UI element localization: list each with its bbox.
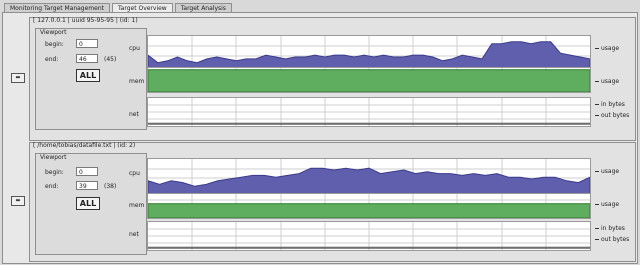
begin-label: begin: xyxy=(45,41,64,48)
all-button[interactable]: ALL xyxy=(76,197,100,210)
begin-input[interactable]: 0 xyxy=(76,167,98,176)
net-in-legend: in bytes xyxy=(595,225,625,232)
begin-label: begin: xyxy=(45,169,64,176)
end-count: (45) xyxy=(104,56,117,63)
mem-legend-label: usage xyxy=(601,201,620,208)
viewport-title: Viewport xyxy=(40,154,67,161)
mem-usage-area xyxy=(148,69,590,92)
cpu-graph xyxy=(147,158,591,198)
mem-chart-svg xyxy=(148,194,590,218)
end-input[interactable]: 39 xyxy=(76,181,98,190)
net-out-legend: out bytes xyxy=(595,112,629,119)
viewport-title: Viewport xyxy=(40,29,67,36)
cpu-legend-label: usage xyxy=(601,168,620,175)
remove-target-icon: ⬌ xyxy=(15,197,21,204)
cpu-chart-svg xyxy=(148,159,590,197)
end-label: end: xyxy=(45,56,59,63)
net-chart-svg xyxy=(148,98,590,126)
end-input[interactable]: 46 xyxy=(76,54,98,63)
mem-graph xyxy=(147,193,591,219)
mem-chart-svg xyxy=(148,68,590,92)
cpu-label: cpu xyxy=(129,170,140,177)
net-in-legend: in bytes xyxy=(595,101,625,108)
net-out-legend-label: out bytes xyxy=(601,112,630,119)
end-count: (38) xyxy=(104,183,117,190)
net-graph xyxy=(147,97,591,127)
net-label: net xyxy=(129,231,139,238)
all-button[interactable]: ALL xyxy=(76,69,100,82)
net-in-legend-label: in bytes xyxy=(601,225,625,232)
mem-label: mem xyxy=(129,202,145,209)
cpu-label: cpu xyxy=(129,45,140,52)
cpu-legend: usage xyxy=(595,45,619,52)
target-title: [ 127.0.0.1 | uuid 95-95-95 | (id: 1) xyxy=(33,17,138,24)
cpu-legend: usage xyxy=(595,168,619,175)
mem-usage-area xyxy=(148,203,590,218)
end-label: end: xyxy=(45,183,59,190)
net-in-legend-label: in bytes xyxy=(601,101,625,108)
mem-graph xyxy=(147,67,591,93)
net-out-legend: out bytes xyxy=(595,236,629,243)
begin-input[interactable]: 0 xyxy=(76,39,98,48)
cpu-legend-label: usage xyxy=(601,45,620,52)
target-overview-panel: ⬌ [ 127.0.0.1 | uuid 95-95-95 | (id: 1) … xyxy=(2,12,638,264)
net-graph xyxy=(147,221,591,251)
remove-target-button-1[interactable]: ⬌ xyxy=(11,73,25,83)
mem-legend: usage xyxy=(595,201,619,208)
net-label: net xyxy=(129,111,139,118)
net-chart-svg xyxy=(148,222,590,250)
target-title: [ /home/tobias/datafile.txt | (id: 2) xyxy=(33,142,136,149)
mem-label: mem xyxy=(129,78,145,85)
mem-legend: usage xyxy=(595,78,619,85)
remove-target-button-2[interactable]: ⬌ xyxy=(11,196,25,206)
remove-target-icon: ⬌ xyxy=(15,74,21,81)
mem-legend-label: usage xyxy=(601,78,620,85)
net-out-legend-label: out bytes xyxy=(601,236,630,243)
